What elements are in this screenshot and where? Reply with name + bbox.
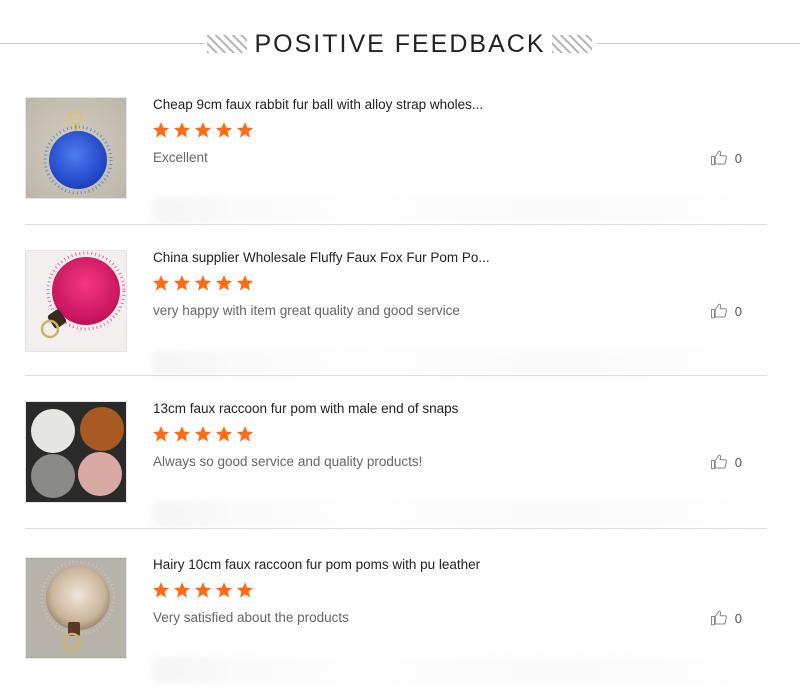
header-rule-right <box>596 43 800 44</box>
star-rating <box>152 121 254 139</box>
blurred-images-strip <box>153 657 763 683</box>
star-icon <box>215 275 233 291</box>
star-icon <box>173 582 191 598</box>
like-button[interactable]: 0 <box>710 149 742 167</box>
page-title: POSITIVE FEEDBACK <box>254 30 546 58</box>
like-count: 0 <box>734 454 742 470</box>
blurred-images-strip <box>153 350 763 376</box>
header-rule-left <box>0 43 205 44</box>
pink-fur-pom-keychain-icon <box>26 251 126 351</box>
review-divider <box>25 528 767 529</box>
product-thumbnail[interactable] <box>25 401 127 503</box>
like-button[interactable]: 0 <box>710 609 742 627</box>
like-count: 0 <box>734 610 742 626</box>
review-divider <box>25 375 767 376</box>
star-rating <box>152 581 254 599</box>
star-icon <box>152 122 170 138</box>
star-icon <box>152 426 170 442</box>
blurred-images-strip <box>153 197 763 223</box>
thumbs-up-icon <box>710 454 727 470</box>
review-comment: very happy with item great quality and g… <box>153 303 460 318</box>
review-item: Cheap 9cm faux rabbit fur ball with allo… <box>25 97 767 247</box>
header-hatch-right <box>552 35 592 53</box>
like-button[interactable]: 0 <box>710 302 742 320</box>
star-icon <box>215 426 233 442</box>
product-thumbnail[interactable] <box>25 557 127 659</box>
star-rating <box>152 274 254 292</box>
review-comment: Always so good service and quality produ… <box>153 454 423 469</box>
star-icon <box>194 426 212 442</box>
review-item: 13cm faux raccoon fur pom with male end … <box>25 401 767 551</box>
header-hatch-left <box>207 35 247 53</box>
review-comment: Very satisfied about the products <box>153 610 349 625</box>
star-icon <box>194 582 212 598</box>
product-title-link[interactable]: Hairy 10cm faux raccoon fur pom poms wit… <box>153 557 480 572</box>
star-icon <box>194 122 212 138</box>
review-comment: Excellent <box>153 150 208 165</box>
thumbs-up-icon <box>710 150 727 166</box>
product-title-link[interactable]: Cheap 9cm faux rabbit fur ball with allo… <box>153 97 483 112</box>
star-icon <box>236 275 254 291</box>
star-icon <box>152 582 170 598</box>
product-title-link[interactable]: China supplier Wholesale Fluffy Faux Fox… <box>153 250 490 265</box>
star-rating <box>152 425 254 443</box>
review-item: Hairy 10cm faux raccoon fur pom poms wit… <box>25 557 767 687</box>
review-item: China supplier Wholesale Fluffy Faux Fox… <box>25 250 767 400</box>
star-icon <box>194 275 212 291</box>
star-icon <box>236 426 254 442</box>
like-button[interactable]: 0 <box>710 453 742 471</box>
star-icon <box>173 426 191 442</box>
star-icon <box>215 582 233 598</box>
like-count: 0 <box>734 303 742 319</box>
blurred-images-strip <box>153 501 763 527</box>
like-count: 0 <box>734 150 742 166</box>
product-thumbnail[interactable] <box>25 97 127 199</box>
feedback-header: POSITIVE FEEDBACK <box>0 0 800 90</box>
star-icon <box>152 275 170 291</box>
beige-raccoon-pom-keychain-icon <box>26 558 126 658</box>
review-divider <box>25 224 767 225</box>
star-icon <box>236 582 254 598</box>
star-icon <box>173 275 191 291</box>
blue-fur-ball-keychain-icon <box>26 98 126 198</box>
star-icon <box>173 122 191 138</box>
star-icon <box>236 122 254 138</box>
thumbs-up-icon <box>710 303 727 319</box>
star-icon <box>215 122 233 138</box>
product-thumbnail[interactable] <box>25 250 127 352</box>
thumbs-up-icon <box>710 610 727 626</box>
product-title-link[interactable]: 13cm faux raccoon fur pom with male end … <box>153 401 458 416</box>
four-fur-poms-icon <box>26 402 126 502</box>
